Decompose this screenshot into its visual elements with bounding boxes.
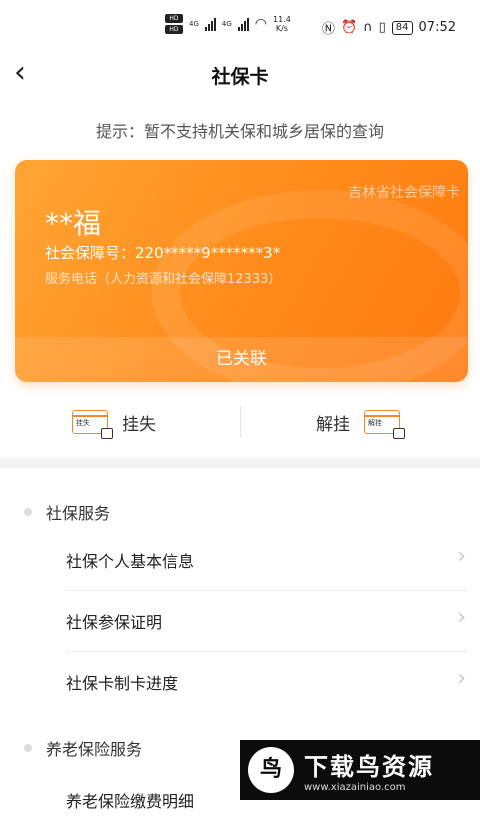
list-item-card-progress[interactable]: 社保卡制卡进度 › — [66, 652, 468, 712]
signal-icon-2 — [237, 17, 249, 31]
hd-top-badge: HD — [165, 14, 183, 23]
page-title: 社保卡 — [211, 66, 269, 88]
list-item-insurance-certificate[interactable]: 社保参保证明 › — [66, 591, 468, 652]
card-unlock-icon: 解挂 — [364, 410, 405, 439]
chevron-right-icon: › — [457, 666, 466, 691]
headphones-icon: ∩ — [363, 20, 373, 35]
card-holder-name: **福 — [45, 207, 102, 240]
list-item-label: 养老保险缴费明细 — [66, 792, 195, 811]
watermark-text: 下载鸟资源 — [304, 753, 434, 781]
network-speed: 11.4 K/s — [273, 15, 291, 33]
status-bar: HD HD 4G 4G ◠ 11.4 K/s Ⓝ ⏰ ∩ ▯ 84 07:52 — [0, 0, 480, 48]
site-watermark: 鸟 下载鸟资源 www.xiazainiao.com — [240, 740, 480, 800]
watermark-url: www.xiazainiao.com — [304, 782, 406, 793]
watermark-text-block: 下载鸟资源 www.xiazainiao.com — [304, 747, 434, 793]
section-title-pension-services: 养老保险服务 — [24, 736, 142, 760]
alarm-icon: ⏰ — [340, 20, 358, 35]
social-security-card[interactable]: 吉林省社会保障卡 **福 社会保障号：220*****9*******3* 服务… — [15, 160, 468, 382]
speed-unit: K/s — [275, 24, 288, 33]
report-loss-label: 挂失 — [122, 414, 156, 435]
card-org-name: 吉林省社会保障卡 — [348, 185, 460, 201]
hd-bottom-badge: HD — [165, 25, 183, 34]
chevron-right-icon: › — [457, 605, 466, 630]
vibrate-icon: ▯ — [378, 20, 386, 35]
list-item-label: 社保参保证明 — [66, 613, 163, 632]
section-title-social-services: 社保服务 — [24, 500, 110, 524]
wifi-icon: ◠ — [254, 16, 267, 32]
card-lock-icon: 挂失 — [72, 410, 113, 439]
list-item-label: 社保个人基本信息 — [66, 552, 195, 571]
loss-icon-text: 挂失 — [76, 419, 90, 427]
speed-value: 11.4 — [273, 15, 291, 24]
net-type-2: 4G — [221, 20, 232, 28]
card-service-phone: 服务电话（人力资源和社会保障12333） — [45, 272, 282, 287]
section-title-text: 社保服务 — [46, 504, 111, 523]
battery-icon: 84 — [391, 20, 413, 35]
card-social-number: 社会保障号：220*****9*******3* — [45, 244, 281, 262]
report-loss-button[interactable]: 挂失 挂失 — [72, 396, 156, 448]
bullet-dot-icon — [24, 508, 32, 516]
nav-bar: ‹ 社保卡 — [0, 48, 480, 100]
unloss-icon-text: 解挂 — [368, 419, 382, 427]
cancel-loss-button[interactable]: 解挂 解挂 — [316, 396, 405, 448]
clock-text: 07:52 — [418, 20, 456, 35]
hint-text: 提示：暂不支持机关保和城乡居保的查询 — [95, 122, 384, 141]
actions-divider — [240, 406, 241, 438]
list-item-basic-info[interactable]: 社保个人基本信息 › — [66, 530, 468, 591]
hd-indicator: HD HD — [165, 14, 183, 34]
card-link-status: 已关联 — [15, 337, 468, 382]
chevron-right-icon: › — [457, 544, 466, 569]
net-type-1: 4G — [189, 20, 199, 28]
list-item-label: 社保卡制卡进度 — [66, 674, 179, 693]
signal-icon — [204, 17, 216, 31]
status-right: Ⓝ ⏰ ∩ ▯ 84 07:52 — [322, 18, 456, 37]
status-left: HD HD 4G 4G ◠ 11.4 K/s — [165, 14, 291, 34]
bullet-dot-icon — [24, 744, 32, 752]
cancel-loss-label: 解挂 — [316, 414, 350, 435]
section-gap — [0, 458, 480, 468]
nfc-icon: Ⓝ — [321, 22, 335, 37]
bird-logo-icon: 鸟 — [248, 747, 294, 793]
section-title-text: 养老保险服务 — [46, 740, 143, 759]
